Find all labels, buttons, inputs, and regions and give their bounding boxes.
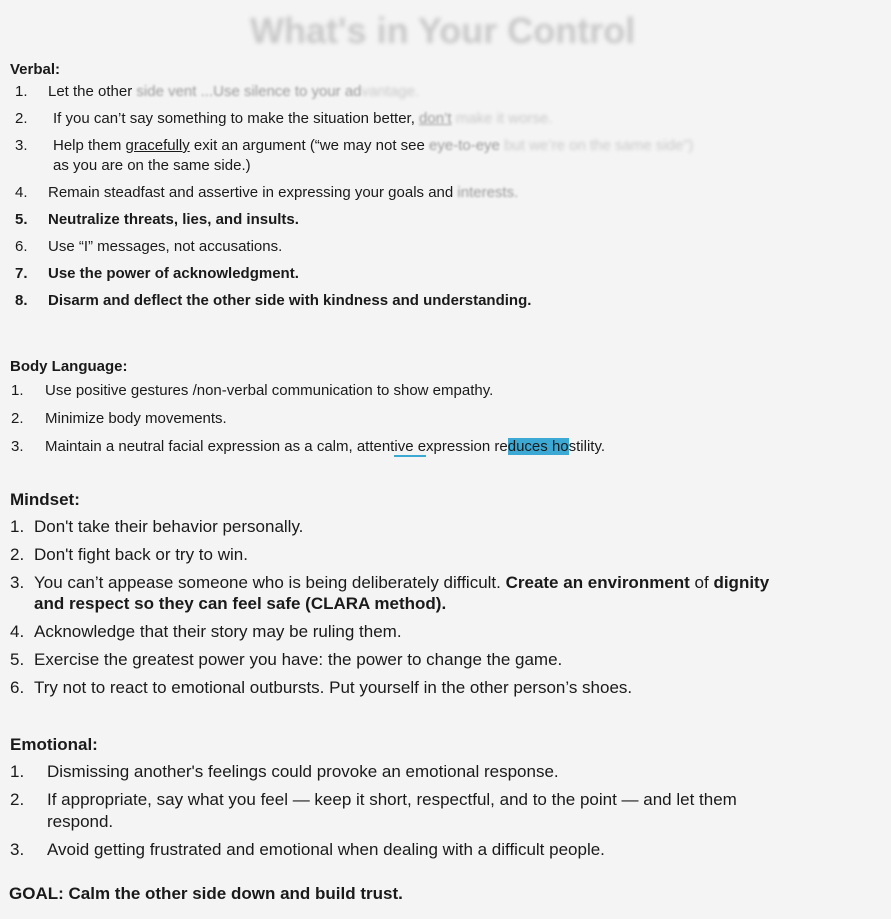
item-text-highlighted: duces ho <box>507 438 569 455</box>
item-text: Use the power of acknowledgment. <box>48 265 299 282</box>
item-text: respond. <box>47 812 114 831</box>
body-language-section: Body Language: 1. Use positive gestures … <box>10 358 890 465</box>
item-number: 3. <box>10 840 25 859</box>
emotional-section: Emotional: 1. Dismissing another's feeli… <box>10 735 890 867</box>
item-text-faded: make it worse. <box>451 110 553 127</box>
list-item: 3. Help them gracefully exit an argument… <box>10 136 890 176</box>
item-number: 2. <box>11 410 24 427</box>
mindset-list: 1. Don't take their behavior personally.… <box>10 516 890 698</box>
item-number: 5. <box>10 650 25 669</box>
item-text-faded: eye-to-eye <box>429 137 500 154</box>
item-text: If you can’t say something to make the s… <box>53 110 420 127</box>
emotional-list: 1. Dismissing another's feelings could p… <box>10 761 890 861</box>
item-number: 4. <box>15 184 28 201</box>
document-page: What's in Your Control Verbal: 1. Let th… <box>0 0 891 919</box>
item-text-faded: vantage. <box>361 83 420 100</box>
list-item: 2. If you can’t say something to make th… <box>10 109 890 129</box>
item-number: 3. <box>11 438 24 455</box>
verbal-heading: Verbal: <box>10 61 61 78</box>
item-text: Remain steadfast and assertive in expres… <box>48 184 458 201</box>
emotional-heading: Emotional: <box>10 735 98 754</box>
list-item: 1. Let the other side vent ...Use silenc… <box>10 82 890 102</box>
item-number: 2. <box>10 790 25 809</box>
list-item: 5. Neutralize threats, lies, and insults… <box>10 210 890 230</box>
list-item: 6. Try not to react to emotional outburs… <box>10 677 890 698</box>
item-number: 3. <box>15 137 28 154</box>
item-number: 4. <box>10 622 25 641</box>
item-text-faded: but we’re on the same side”) <box>499 137 694 154</box>
item-text-underlined: gracefully <box>125 137 190 154</box>
item-number: 1. <box>10 762 25 781</box>
item-text: Minimize body movements. <box>45 410 227 427</box>
item-text: stility. <box>568 438 606 455</box>
body-language-list: 1. Use positive gestures /non-verbal com… <box>10 381 890 457</box>
item-number: 2. <box>10 545 25 564</box>
verbal-section: Verbal: 1. Let the other side vent ...Us… <box>10 61 890 318</box>
item-text: Use “I” messages, not accusations. <box>48 238 283 255</box>
item-text: Maintain a neutral facial expression as … <box>45 438 395 455</box>
item-text: Don't take their behavior personally. <box>34 517 304 536</box>
item-text-faded: interests. <box>457 184 519 201</box>
item-text: Disarm and deflect the other side with k… <box>48 292 532 309</box>
item-text: If appropriate, say what you feel — keep… <box>47 790 737 809</box>
item-text-bold: Create an environment <box>505 573 690 592</box>
item-number: 2. <box>15 110 28 127</box>
list-item: 4. Acknowledge that their story may be r… <box>10 621 890 642</box>
item-text: Avoid getting frustrated and emotional w… <box>47 840 605 859</box>
item-number: 1. <box>10 517 25 536</box>
item-number: 7. <box>15 265 28 282</box>
item-number: 6. <box>10 678 25 697</box>
goal-statement: GOAL: Calm the other side down and build… <box>9 884 403 903</box>
item-text: Help them <box>53 137 126 154</box>
item-number: 1. <box>11 382 24 399</box>
item-text-bold: and respect so they can feel safe (CLARA… <box>34 594 447 613</box>
list-item: 3. Maintain a neutral facial expression … <box>10 437 890 457</box>
item-text: Use positive gestures /non-verbal commun… <box>45 382 494 399</box>
list-item: 1. Use positive gestures /non-verbal com… <box>10 381 890 401</box>
list-item: 3. Avoid getting frustrated and emotiona… <box>10 839 890 861</box>
list-item: 5. Exercise the greatest power you have:… <box>10 649 890 670</box>
list-item: 7. Use the power of acknowledgment. <box>10 264 890 284</box>
page-title: What's in Your Control <box>250 10 636 51</box>
list-item: 2. Minimize body movements. <box>10 409 890 429</box>
verbal-list: 1. Let the other side vent ...Use silenc… <box>10 82 890 311</box>
mindset-heading: Mindset: <box>10 490 80 509</box>
item-text: Try not to react to emotional outbursts.… <box>34 678 633 697</box>
list-item: 2. Don't fight back or try to win. <box>10 544 890 565</box>
list-item: 1. Dismissing another's feelings could p… <box>10 761 890 783</box>
item-text-faded: don’t <box>419 110 452 127</box>
body-language-heading: Body Language: <box>10 358 128 375</box>
item-number: 5. <box>15 211 28 228</box>
list-item: 2. If appropriate, say what you feel — k… <box>10 789 890 833</box>
item-text: Exercise the greatest power you have: th… <box>34 650 563 669</box>
list-item: 8. Disarm and deflect the other side wit… <box>10 291 890 311</box>
item-text: Dismissing another's feelings could prov… <box>47 762 559 781</box>
item-text: Neutralize threats, lies, and insults. <box>48 211 299 228</box>
item-text: Let the other <box>48 83 137 100</box>
item-number: 3. <box>10 573 25 592</box>
list-item: 6. Use “I” messages, not accusations. <box>10 237 890 257</box>
item-text-faded: side vent ...Use silence to your ad <box>136 83 362 100</box>
item-text: xpression re <box>426 438 508 455</box>
item-text: You can’t appease someone who is being d… <box>34 573 506 592</box>
item-text: Don't fight back or try to win. <box>34 545 248 564</box>
list-item: 4. Remain steadfast and assertive in exp… <box>10 183 890 203</box>
item-text: as you are on the same side.) <box>53 157 251 174</box>
item-text: Acknowledge that their story may be ruli… <box>34 622 402 641</box>
item-text-underlined: ive e <box>394 438 427 457</box>
item-number: 1. <box>15 83 28 100</box>
list-item: 3. You can’t appease someone who is bein… <box>10 572 890 614</box>
item-text-bold: dignity <box>713 573 770 592</box>
mindset-section: Mindset: 1. Don't take their behavior pe… <box>10 490 890 705</box>
item-number: 8. <box>15 292 28 309</box>
item-text: of <box>689 573 714 592</box>
item-number: 6. <box>15 238 28 255</box>
item-text: exit an argument (“we may not see <box>189 137 430 154</box>
list-item: 1. Don't take their behavior personally. <box>10 516 890 537</box>
